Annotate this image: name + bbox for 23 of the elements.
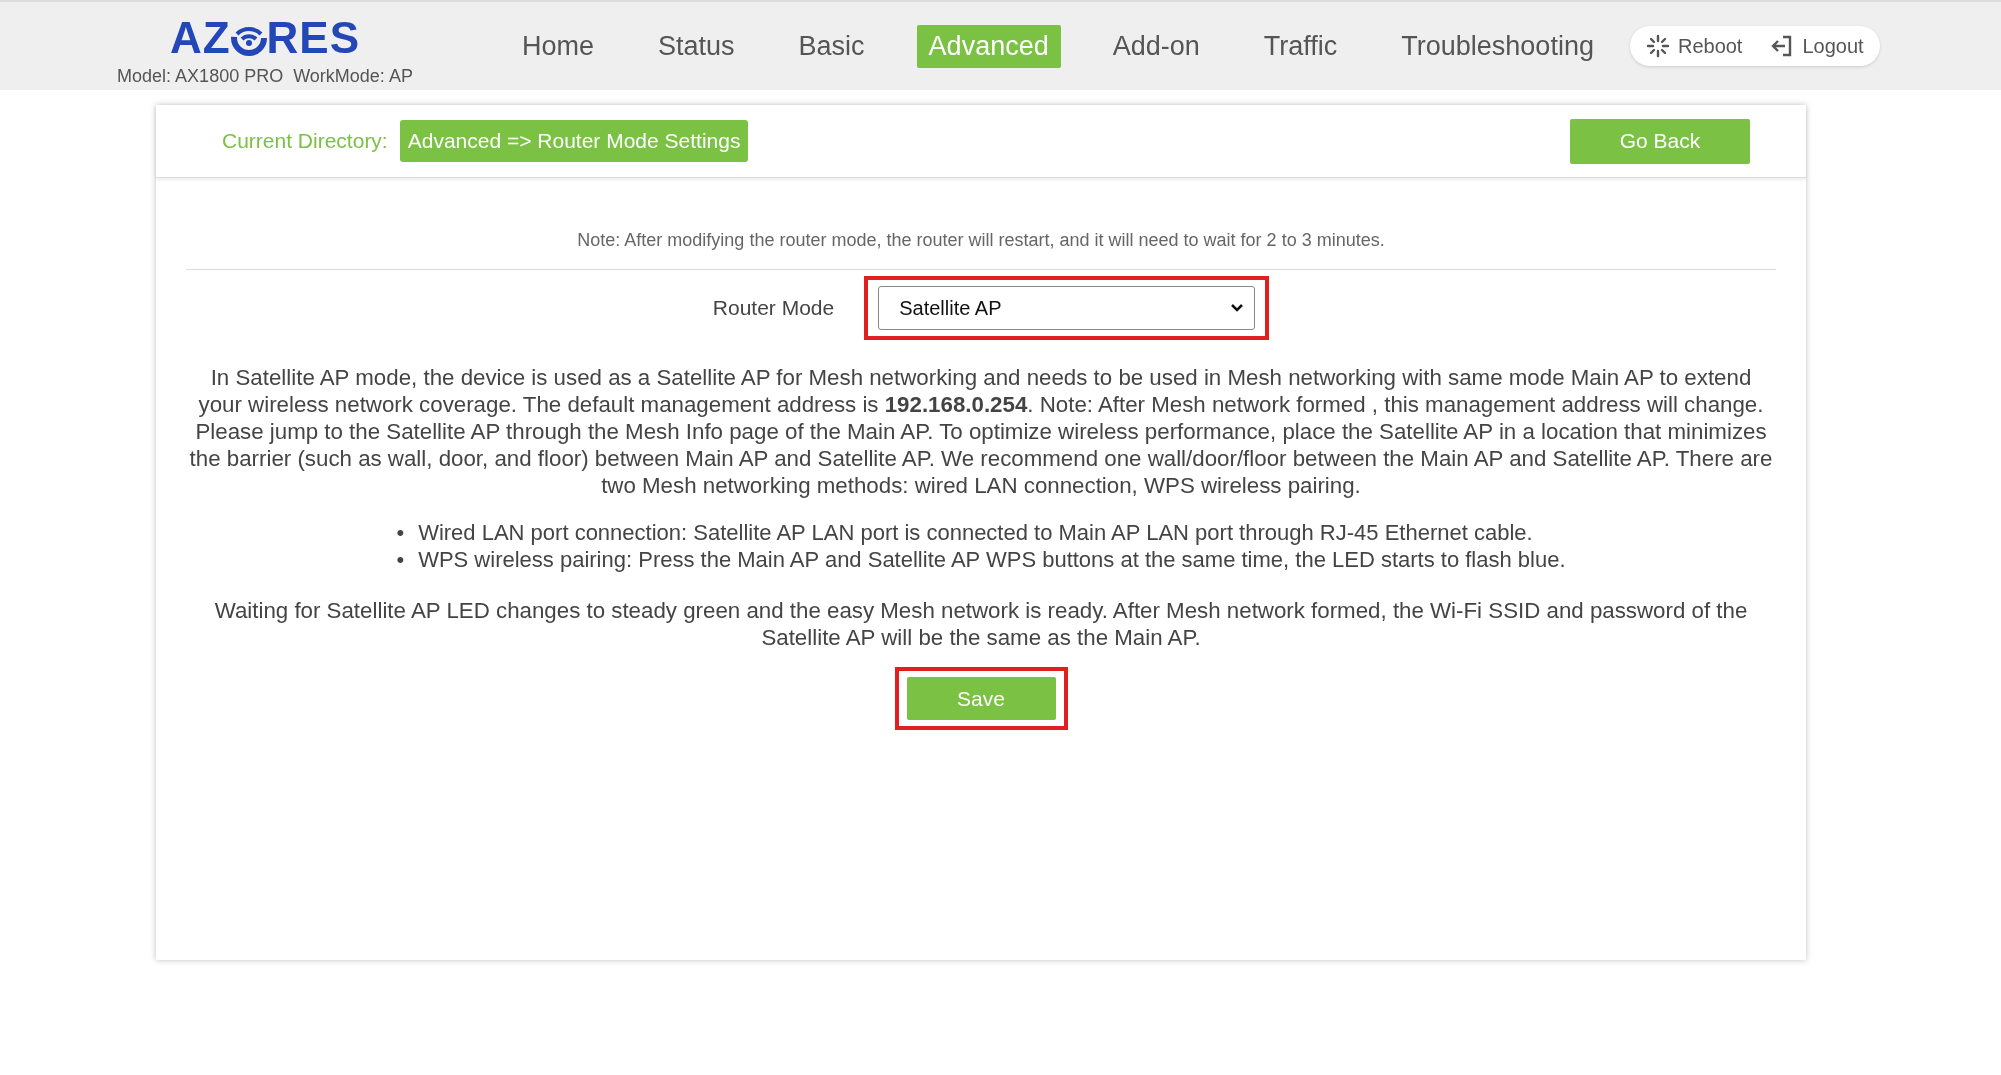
router-mode-select[interactable]: Satellite AP xyxy=(878,286,1256,330)
bullet-mark: • xyxy=(396,546,405,573)
model-info: Model: AX1800 PRO WorkMode: AP xyxy=(117,65,413,87)
directory-path: Advanced => Router Mode Settings xyxy=(399,120,749,162)
reboot-button[interactable]: Reboot xyxy=(1645,34,1743,58)
nav-tab[interactable]: Troubleshooting xyxy=(1389,24,1606,68)
spinner-icon xyxy=(1645,34,1670,58)
nav-tab[interactable]: Status xyxy=(646,24,747,68)
logout-button[interactable]: Logout xyxy=(1770,34,1864,58)
nav-tab[interactable]: Home xyxy=(510,24,607,68)
list-item: WPS wireless pairing: Press the Main AP and Satellite AP WPS buttons at the same time, the LED starts to flash blue. xyxy=(418,546,1566,573)
footer-text: Waiting for Satellite AP LED changes to steady green and the easy Mesh network is ready. After Mesh network formed, the Wi-Fi SSID and password of the Satellite AP will be the same as the Main AP. xyxy=(213,597,1749,651)
list-item: Wired LAN port connection: Satellite AP LAN port is connected to Main AP LAN port through RJ-45 Ethernet cable. xyxy=(418,519,1533,546)
nav-tab[interactable]: Add-on xyxy=(1100,24,1212,68)
note-text: Note: After modifying the router mode, the router will restart, and it will need to wait for 2 to 3 minutes. xyxy=(186,178,1776,270)
logo: AZ RES xyxy=(169,11,361,64)
router-mode-label: Router Mode xyxy=(712,296,835,320)
directory-label: Current Directory: xyxy=(222,129,388,153)
nav-tab[interactable]: Basic xyxy=(786,24,877,68)
nav-tab[interactable]: Traffic xyxy=(1251,24,1350,68)
chevron-down-icon xyxy=(1230,303,1245,313)
bullet-mark: • xyxy=(396,519,405,546)
description-text: In Satellite AP mode, the device is used as a Satellite AP for Mesh networking and needs to be used in Mesh networking with same mode Main AP to extend your wireless network coverage. The default management address is 192.168.0.254. Note: After Mesh network formed , this management address will change. Please jump to the Satellite AP through the Mesh Info page of the Main AP. To optimize wireless performance, place the Satellite AP in a location that minimizes the barrier (such as wall, door, and floor) between Main AP and Satellite AP. We recommend one wall/door/floor between the Main AP and Satellite AP. There are two Mesh networking methods: wired LAN connection, WPS wireless pairing. xyxy=(188,364,1774,499)
